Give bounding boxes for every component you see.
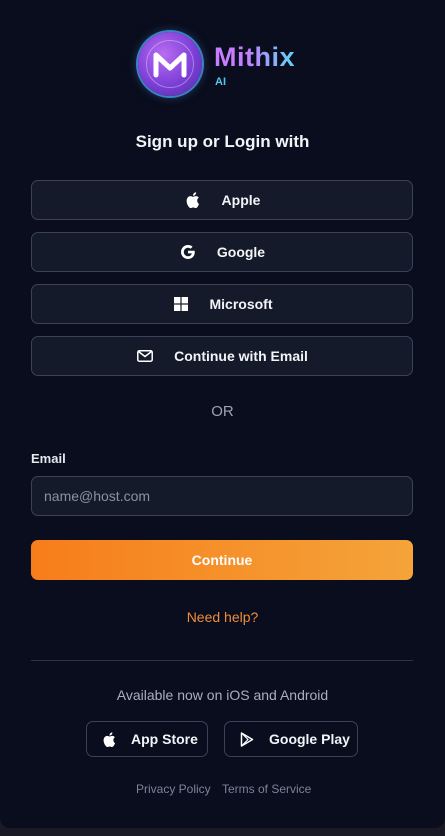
apple-signin-button[interactable]: Apple bbox=[31, 180, 413, 220]
google-play-label: Google Play bbox=[269, 731, 350, 747]
availability-text: Available now on iOS and Android bbox=[116, 687, 329, 703]
brand-subtitle: AI bbox=[215, 76, 226, 88]
email-label: Email bbox=[31, 451, 66, 466]
google-icon bbox=[179, 243, 197, 261]
apple-icon bbox=[184, 191, 202, 209]
play-icon bbox=[239, 731, 255, 747]
continue-button[interactable]: Continue bbox=[31, 540, 413, 580]
brand-name: Mithix bbox=[214, 42, 295, 72]
or-divider-text: OR bbox=[211, 403, 234, 420]
mail-icon bbox=[136, 347, 154, 365]
m-logo-icon bbox=[153, 52, 187, 78]
email-signin-button[interactable]: Continue with Email bbox=[31, 336, 413, 376]
brand-logo bbox=[138, 32, 202, 96]
privacy-policy-link[interactable]: Privacy Policy bbox=[136, 782, 211, 796]
apple-signin-label: Apple bbox=[221, 192, 261, 208]
apple-icon bbox=[101, 731, 117, 747]
google-signin-label: Google bbox=[216, 244, 266, 260]
app-store-button[interactable]: App Store bbox=[86, 721, 208, 757]
microsoft-icon bbox=[172, 295, 190, 313]
section-divider bbox=[31, 660, 413, 661]
need-help-link[interactable]: Need help? bbox=[0, 609, 445, 625]
page-title: Sign up or Login with bbox=[135, 132, 310, 151]
google-signin-button[interactable]: Google bbox=[31, 232, 413, 272]
google-play-button[interactable]: Google Play bbox=[224, 721, 358, 757]
app-store-label: App Store bbox=[131, 731, 198, 747]
microsoft-signin-button[interactable]: Microsoft bbox=[31, 284, 413, 324]
login-card: Mithix AI Sign up or Login with Apple Go… bbox=[0, 0, 445, 828]
email-signin-label: Continue with Email bbox=[174, 348, 308, 364]
terms-of-service-link[interactable]: Terms of Service bbox=[222, 782, 311, 796]
microsoft-signin-label: Microsoft bbox=[209, 296, 273, 312]
email-input[interactable] bbox=[31, 476, 413, 516]
